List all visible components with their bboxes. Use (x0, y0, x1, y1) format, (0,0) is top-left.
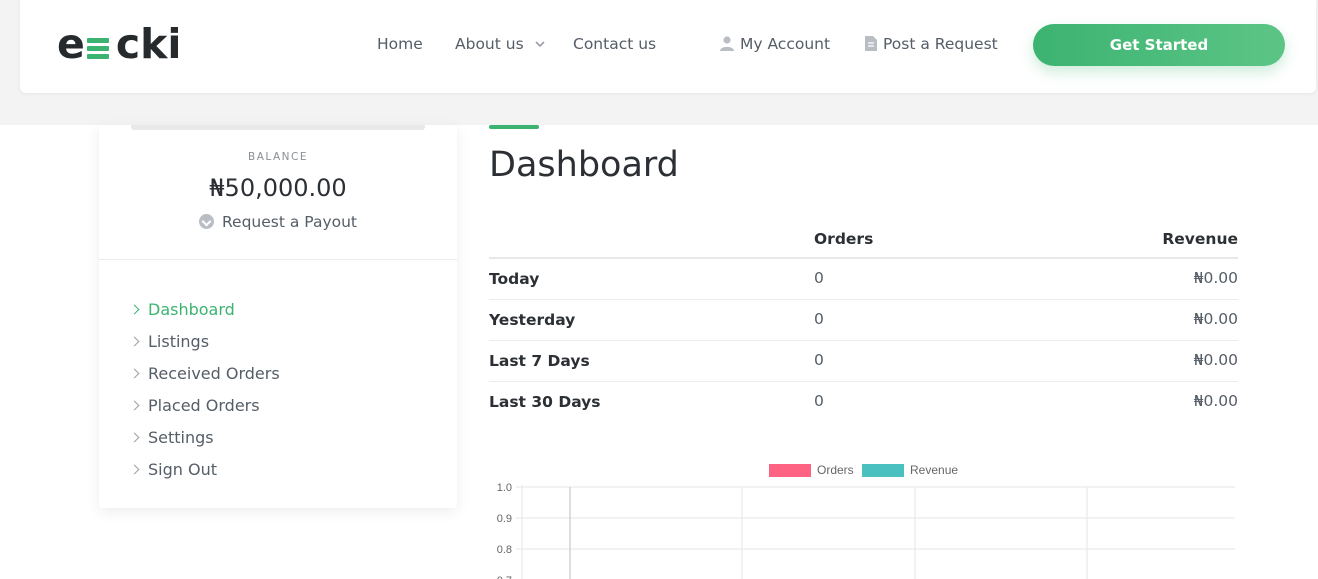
nav-post-request-label: Post a Request (883, 35, 998, 53)
stats-table-header: Orders Revenue (489, 222, 1238, 259)
balance-value: ₦50,000.00 (209, 174, 347, 202)
sidebar-item-received-orders[interactable]: Received Orders (129, 357, 280, 389)
orders-revenue-chart: Orders Revenue 1.0 0.9 0.8 0.7 (497, 463, 1235, 579)
site-logo[interactable]: e cki (57, 20, 181, 70)
chevron-right-icon (129, 304, 140, 314)
sidebar-top-tab (131, 125, 425, 130)
chevron-right-icon (129, 464, 140, 474)
nav-post-request[interactable]: Post a Request (865, 35, 998, 53)
row-label: Last 7 Days (489, 352, 590, 370)
header-orders: Orders (814, 230, 874, 248)
sidebar-item-label: Received Orders (148, 363, 280, 383)
sidebar-menu: Dashboard Listings Received Orders Place… (129, 293, 280, 485)
sidebar-divider (99, 259, 457, 260)
legend-label: Orders (817, 463, 854, 477)
row-label: Last 30 Days (489, 393, 601, 411)
sidebar-item-settings[interactable]: Settings (129, 421, 280, 453)
nav-about-label: About us (455, 35, 524, 53)
sidebar-item-label: Placed Orders (148, 395, 260, 415)
nav-my-account[interactable]: My Account (720, 35, 830, 53)
sidebar-item-dashboard[interactable]: Dashboard (129, 293, 280, 325)
row-orders: 0 (814, 310, 824, 328)
logo-e-mark (86, 31, 114, 59)
nav-about[interactable]: About us (455, 35, 545, 53)
y-tick-label: 0.8 (497, 544, 512, 556)
account-sidebar: BALANCE ₦50,000.00 Request a Payout Dash… (99, 125, 457, 508)
row-revenue: ₦0.00 (1193, 269, 1238, 287)
table-row: Last 30 Days 0 ₦0.00 (489, 382, 1238, 423)
chevron-right-icon (129, 368, 140, 378)
chevron-right-icon (129, 336, 140, 346)
table-row: Yesterday 0 ₦0.00 (489, 300, 1238, 341)
chevron-right-icon (129, 400, 140, 410)
legend-label: Revenue (910, 463, 958, 477)
table-row: Today 0 ₦0.00 (489, 259, 1238, 300)
user-icon (720, 36, 734, 51)
row-orders: 0 (814, 392, 824, 410)
row-orders: 0 (814, 351, 824, 369)
y-tick-label: 0.9 (497, 513, 512, 525)
document-icon (865, 36, 877, 51)
nav-contact[interactable]: Contact us (573, 35, 656, 53)
sidebar-item-label: Listings (148, 331, 210, 351)
nav-my-account-label: My Account (740, 35, 831, 53)
sidebar-item-sign-out[interactable]: Sign Out (129, 453, 280, 485)
y-tick-label: 1.0 (497, 482, 512, 494)
table-row: Last 7 Days 0 ₦0.00 (489, 341, 1238, 382)
balance-label: BALANCE (248, 151, 308, 163)
sidebar-item-label: Settings (148, 427, 214, 447)
y-tick-label: 0.7 (497, 575, 512, 579)
stats-table: Orders Revenue Today 0 ₦0.00 Yesterday 0… (489, 222, 1238, 423)
row-label: Yesterday (489, 311, 576, 329)
nav-home[interactable]: Home (377, 35, 423, 53)
logo-text-left: e (57, 20, 85, 68)
chevron-right-icon (129, 432, 140, 442)
title-accent-bar (489, 125, 539, 129)
sidebar-item-label: Dashboard (148, 299, 235, 319)
row-label: Today (489, 270, 540, 288)
row-orders: 0 (814, 269, 824, 287)
legend-swatch (769, 464, 811, 477)
request-payout-link[interactable]: Request a Payout (99, 213, 457, 231)
header-revenue: Revenue (1162, 230, 1238, 248)
sidebar-item-label: Sign Out (148, 459, 217, 479)
sidebar-item-placed-orders[interactable]: Placed Orders (129, 389, 280, 421)
page-title: Dashboard (489, 145, 679, 185)
row-revenue: ₦0.00 (1193, 351, 1238, 369)
request-payout-label: Request a Payout (221, 213, 358, 231)
legend-swatch (862, 464, 904, 477)
row-revenue: ₦0.00 (1193, 392, 1238, 410)
download-circle-icon (198, 214, 214, 229)
sidebar-item-listings[interactable]: Listings (129, 325, 280, 357)
get-started-button[interactable]: Get Started (1033, 24, 1285, 66)
row-revenue: ₦0.00 (1193, 310, 1238, 328)
chevron-down-icon (535, 41, 545, 48)
logo-text-right: cki (115, 20, 182, 68)
